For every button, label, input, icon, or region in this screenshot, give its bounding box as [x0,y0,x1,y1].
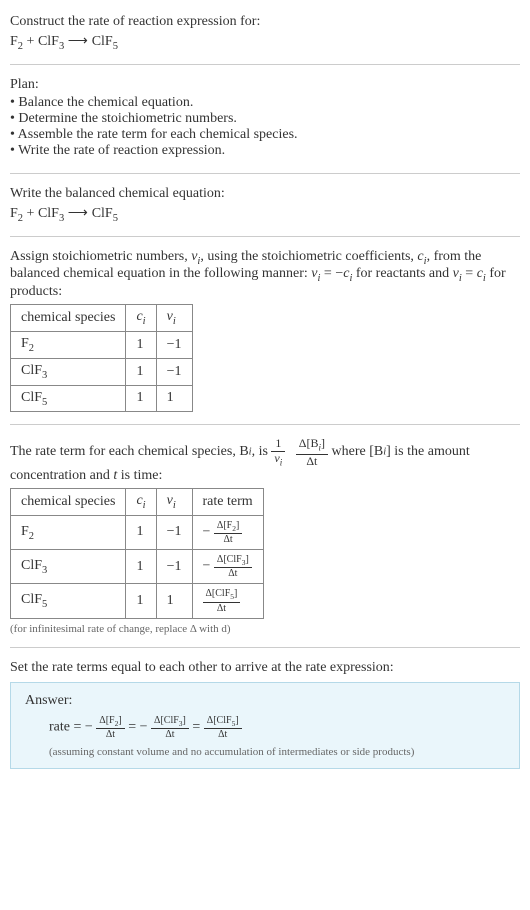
infinitesimal-note: (for infinitesimal rate of change, repla… [10,623,520,635]
product-1: ClF5 [92,34,118,49]
answer-box: Answer: rate = − Δ[F2] Δt = − Δ[ClF3] Δt… [10,682,520,769]
cell-species: F2 [11,515,126,549]
table-row: ClF3 1 −1 − Δ[ClF3] Δt [11,550,264,584]
rateterm-text: The rate term for each chemical species,… [10,437,520,484]
reactant-2: ClF3 [38,206,64,221]
plus-sign: + [27,206,38,221]
plan-heading: Plan: [10,77,520,93]
divider [10,64,520,65]
cell-c: 1 [126,550,156,584]
product-1: ClF5 [92,206,118,221]
intro-equation: F2 + ClF3 ⟶ ClF5 [10,32,520,52]
table-row: ClF3 1 −1 [11,358,193,385]
cell-species: ClF3 [11,358,126,385]
setequal-text: Set the rate terms equal to each other t… [10,660,520,676]
cell-species: ClF5 [11,584,126,618]
col-nu: νi [156,489,192,516]
cell-c: 1 [126,331,156,358]
divider [10,173,520,174]
plan-item: Assemble the rate term for each chemical… [10,127,520,143]
intro-prompt: Construct the rate of reaction expressio… [10,14,520,30]
cell-rate-term: Δ[ClF5] Δt [192,584,263,618]
rate-fraction: Δ[ClF3] Δt [214,554,252,579]
plan-item: Balance the chemical equation. [10,95,520,111]
table-row: ClF5 1 1 Δ[ClF5] Δt [11,584,264,618]
col-c: ci [126,489,156,516]
intro-section: Construct the rate of reaction expressio… [10,8,520,58]
cell-c: 1 [126,515,156,549]
cell-nu: 1 [156,385,192,412]
reactant-1: F2 [10,206,23,221]
divider [10,424,520,425]
reactant-1: F2 [10,34,23,49]
cell-species: ClF5 [11,385,126,412]
cell-c: 1 [126,358,156,385]
cell-nu: −1 [156,358,192,385]
fraction-dB-dt: Δ[Bi] Δt [296,437,328,467]
rate-expression: rate = − Δ[F2] Δt = − Δ[ClF3] Δt = Δ[ClF… [49,715,505,740]
balanced-equation: F2 + ClF3 ⟶ ClF5 [10,204,520,224]
cell-c: 1 [126,584,156,618]
cell-rate-term: − Δ[ClF3] Δt [192,550,263,584]
rate-fraction: Δ[F2] Δt [214,520,242,545]
col-nu: νi [156,305,192,332]
col-species: chemical species [11,489,126,516]
rate-fraction-clf5: Δ[ClF5] Δt [204,715,242,740]
reaction-arrow-icon: ⟶ [68,32,92,48]
assign-section: Assign stoichiometric numbers, νi, using… [10,243,520,419]
cell-rate-term: − Δ[F2] Δt [192,515,263,549]
rate-fraction-f2: Δ[F2] Δt [96,715,124,740]
rate-fraction-clf3: Δ[ClF3] Δt [151,715,189,740]
fraction-one-over-nu: 1 νi [271,437,285,467]
stoich-table: chemical species ci νi F2 1 −1 ClF3 1 −1… [10,304,193,412]
cell-nu: −1 [156,550,192,584]
plan-item: Determine the stoichiometric numbers. [10,111,520,127]
table-header-row: chemical species ci νi [11,305,193,332]
rate-table: chemical species ci νi rate term F2 1 −1… [10,488,264,619]
table-row: F2 1 −1 [11,331,193,358]
cell-nu: −1 [156,515,192,549]
answer-label: Answer: [25,693,505,709]
table-header-row: chemical species ci νi rate term [11,489,264,516]
setequal-section: Set the rate terms equal to each other t… [10,654,520,775]
col-species: chemical species [11,305,126,332]
plan-section: Plan: Balance the chemical equation. Det… [10,71,520,167]
divider [10,647,520,648]
divider [10,236,520,237]
plan-item: Write the rate of reaction expression. [10,143,520,159]
plan-list: Balance the chemical equation. Determine… [10,95,520,159]
assumption-note: (assuming constant volume and no accumul… [49,746,505,758]
cell-c: 1 [126,385,156,412]
assign-text: Assign stoichiometric numbers, νi, using… [10,249,520,301]
table-row: ClF5 1 1 [11,385,193,412]
cell-nu: −1 [156,331,192,358]
cell-species: F2 [11,331,126,358]
plus-sign: + [27,34,38,49]
col-rate-term: rate term [192,489,263,516]
cell-species: ClF3 [11,550,126,584]
rate-fraction: Δ[ClF5] Δt [203,588,241,613]
rateterm-section: The rate term for each chemical species,… [10,431,520,640]
balance-heading: Write the balanced chemical equation: [10,186,520,202]
balance-section: Write the balanced chemical equation: F2… [10,180,520,230]
reactant-2: ClF3 [38,34,64,49]
col-c: ci [126,305,156,332]
table-row: F2 1 −1 − Δ[F2] Δt [11,515,264,549]
cell-nu: 1 [156,584,192,618]
reaction-arrow-icon: ⟶ [68,204,92,220]
